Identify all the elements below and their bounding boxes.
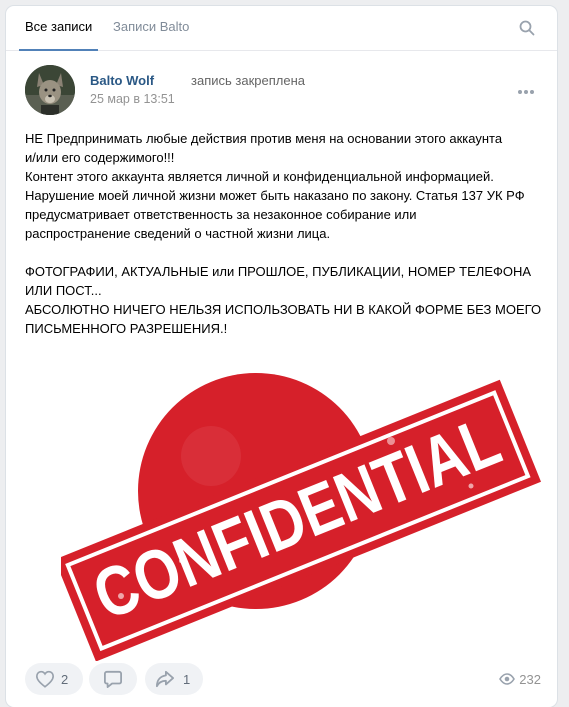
comment-button[interactable] <box>89 663 137 695</box>
share-arrow-icon <box>156 670 174 688</box>
tab-balto-posts[interactable]: Записи Balto <box>113 6 189 50</box>
wall-tabs: Все записи Записи Balto <box>6 6 557 51</box>
tab-all-posts[interactable]: Все записи <box>18 6 99 51</box>
share-button[interactable]: 1 <box>145 663 203 695</box>
post-card: Все записи Записи Balto Balto Wolf запис… <box>6 6 557 707</box>
post-author-link[interactable]: Balto Wolf <box>90 73 154 88</box>
shares-count: 1 <box>183 672 191 687</box>
eye-icon <box>499 673 516 685</box>
post-date[interactable]: 25 мар в 13:51 <box>90 92 175 106</box>
post-text: НЕ Предпринимать любые действия против м… <box>25 131 542 336</box>
avatar[interactable] <box>25 65 75 115</box>
post-actions: 2 1 232 <box>25 663 550 695</box>
wolf-avatar-image <box>25 65 75 115</box>
like-button[interactable]: 2 <box>25 663 83 695</box>
heart-icon <box>35 670 55 688</box>
more-options-icon[interactable] <box>517 89 535 95</box>
search-icon[interactable] <box>519 20 535 36</box>
comment-icon <box>103 670 122 688</box>
post-header: Balto Wolf запись закреплена 25 мар в 13… <box>25 65 545 117</box>
pinned-label: запись закреплена <box>191 73 305 88</box>
likes-count: 2 <box>61 672 69 687</box>
views-count: 232 <box>519 672 541 687</box>
confidential-stamp-image[interactable]: CONFIDENTIAL <box>54 346 542 662</box>
views-counter: 232 <box>499 672 541 687</box>
